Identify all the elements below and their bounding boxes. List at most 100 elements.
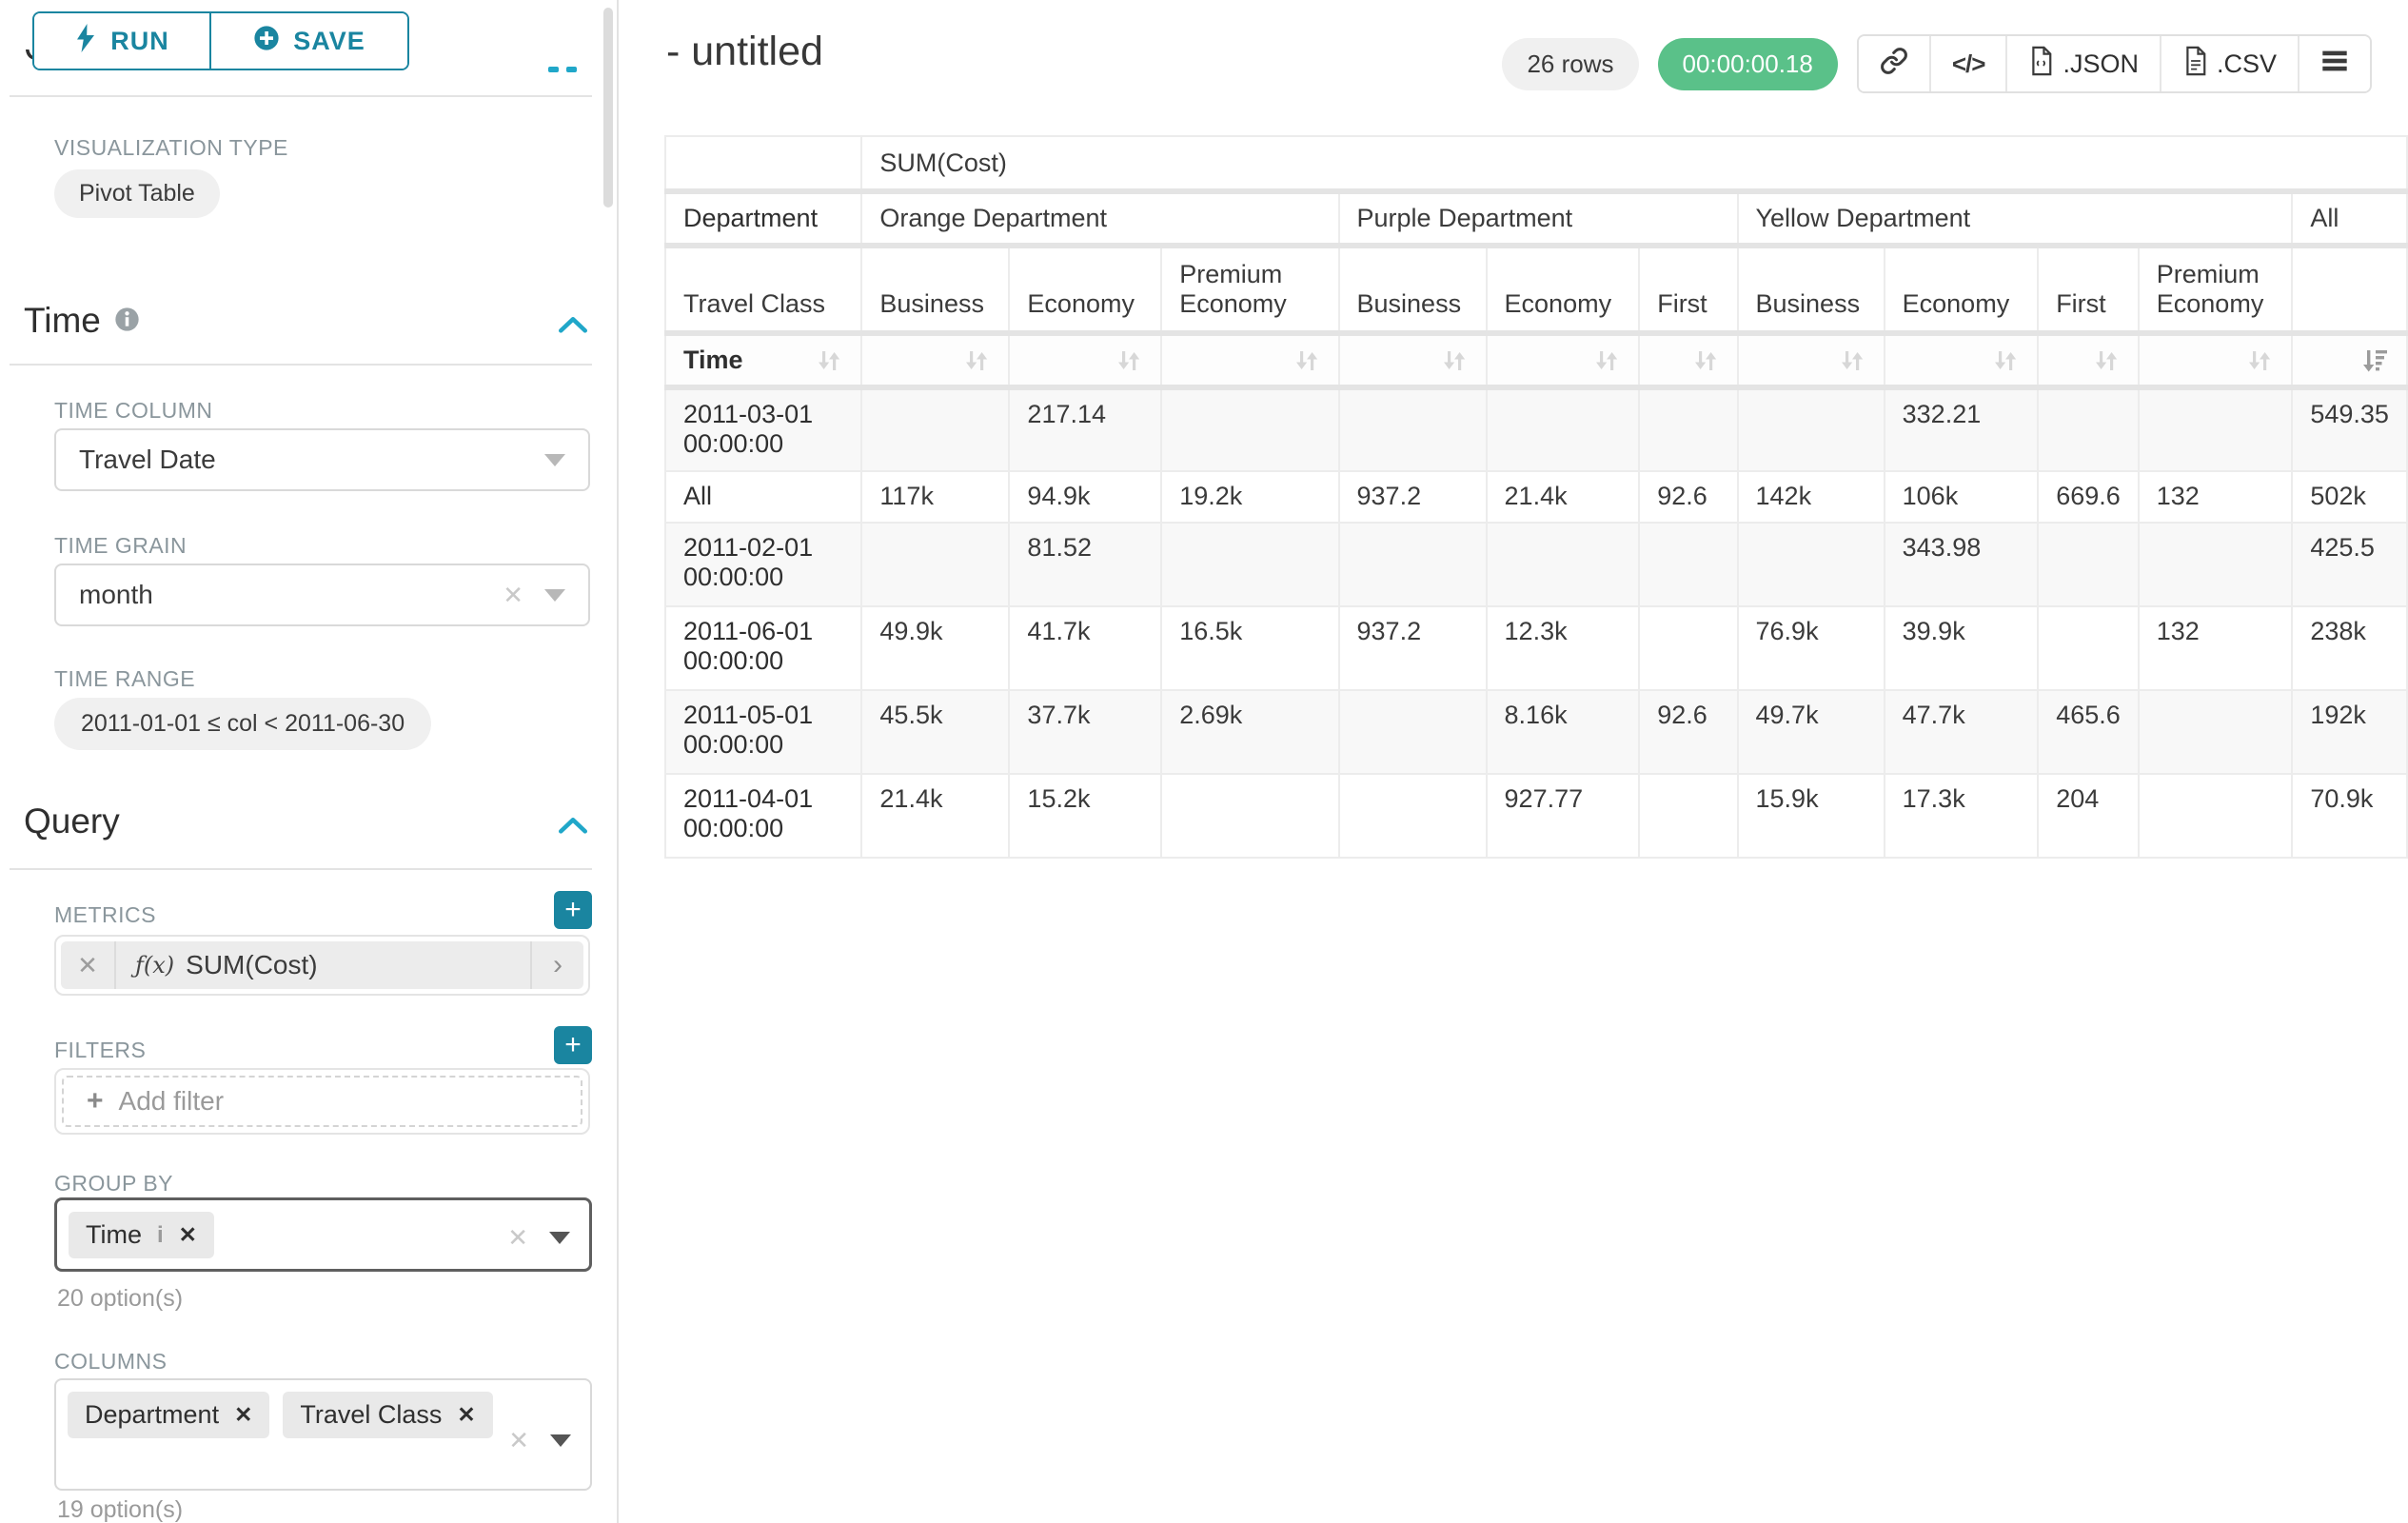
- add-filter-button[interactable]: + Add filter: [62, 1076, 582, 1127]
- clear-icon[interactable]: ✕: [508, 1426, 529, 1455]
- sort-icon[interactable]: [1440, 346, 1469, 375]
- pivot-cell: [2038, 606, 2139, 690]
- query-section-title: Query: [24, 801, 120, 841]
- chart-title[interactable]: - untitled: [666, 29, 823, 75]
- sort-icon[interactable]: [2245, 346, 2274, 375]
- filters-control: + Add filter: [54, 1068, 590, 1135]
- visualization-type-pill[interactable]: Pivot Table: [54, 169, 220, 218]
- pivot-cell: 21.4k: [861, 774, 1009, 858]
- pivot-cell: 937.2: [1339, 606, 1487, 690]
- pivot-cell: 70.9k: [2292, 774, 2407, 858]
- travel-class-header: Business: [1738, 246, 1885, 333]
- remove-chip-icon[interactable]: ✕: [457, 1402, 475, 1428]
- section-divider: [10, 95, 592, 97]
- lightning-icon: [74, 24, 97, 59]
- time-range-pill[interactable]: 2011-01-01 ≤ col < 2011-06-30: [54, 698, 431, 750]
- chart-panel: - untitled 26 rows 00:00:00.18 </> .JSON…: [621, 0, 2408, 1523]
- sort-header-cell: [2139, 333, 2293, 387]
- sidebar-scrollbar[interactable]: [603, 8, 613, 208]
- pivot-cell: 8.16k: [1487, 690, 1640, 774]
- sort-icon[interactable]: [2092, 346, 2121, 375]
- remove-chip-icon[interactable]: ✕: [234, 1402, 252, 1428]
- menu-button[interactable]: [2299, 36, 2370, 91]
- metric-pill[interactable]: ✕ ƒ(x) SUM(Cost) ›: [61, 941, 583, 989]
- pivot-cell: 425.5: [2292, 523, 2407, 606]
- sort-icon[interactable]: [1592, 346, 1621, 375]
- clear-icon[interactable]: ✕: [507, 1223, 528, 1253]
- columns-select[interactable]: Department ✕ Travel Class ✕ ✕: [54, 1378, 592, 1491]
- chevron-up-icon: [566, 67, 577, 72]
- sort-icon[interactable]: [1115, 346, 1143, 375]
- pivot-cell: 16.5k: [1161, 606, 1338, 690]
- pivot-row: 2011-03-01 00:00:00217.14332.21549.35: [665, 387, 2407, 471]
- pivot-cell: 15.9k: [1738, 774, 1885, 858]
- clear-icon[interactable]: ✕: [503, 581, 523, 610]
- chevron-down-icon: [544, 454, 565, 466]
- collapse-query-chevron-icon[interactable]: [557, 815, 589, 841]
- pivot-cell: 332.21: [1885, 387, 2039, 471]
- chevron-right-icon[interactable]: ›: [530, 941, 583, 989]
- link-icon: [1880, 47, 1908, 82]
- columns-options-hint: 19 option(s): [57, 1496, 183, 1523]
- sort-header-cell: [861, 333, 1009, 387]
- sort-header-cell: [1161, 333, 1338, 387]
- remove-chip-icon[interactable]: ✕: [179, 1222, 197, 1248]
- time-grain-label: TIME GRAIN: [54, 533, 187, 559]
- time-column-select[interactable]: Travel Date: [54, 428, 590, 491]
- sort-descending-icon[interactable]: [2360, 346, 2389, 375]
- save-button-label: SAVE: [293, 27, 365, 56]
- columns-chip-department[interactable]: Department ✕: [68, 1392, 269, 1438]
- chevron-down-icon: [549, 1232, 570, 1244]
- pivot-cell: [2139, 774, 2293, 858]
- time-range-label: TIME RANGE: [54, 666, 195, 692]
- pivot-cell: 81.52: [1009, 523, 1161, 606]
- pivot-cell: [1339, 690, 1487, 774]
- pivot-cell: [2038, 523, 2139, 606]
- department-header: All: [2292, 191, 2407, 246]
- info-icon[interactable]: i: [157, 1222, 164, 1249]
- export-json-label: .JSON: [2063, 49, 2139, 79]
- export-csv-button[interactable]: .CSV: [2161, 36, 2299, 91]
- time-column-label: TIME COLUMN: [54, 398, 213, 424]
- info-icon[interactable]: [114, 301, 140, 341]
- group-by-select[interactable]: Time i ✕ ✕: [54, 1197, 592, 1272]
- sort-header-cell: [1639, 333, 1737, 387]
- run-button[interactable]: RUN: [34, 13, 211, 69]
- time-grain-select[interactable]: month ✕: [54, 564, 590, 626]
- pivot-cell: 19.2k: [1161, 471, 1338, 523]
- travel-class-header: Premium Economy: [1161, 246, 1338, 333]
- copy-link-button[interactable]: [1859, 36, 1931, 91]
- sort-icon[interactable]: [1691, 346, 1720, 375]
- save-button[interactable]: SAVE: [211, 13, 407, 69]
- department-header: Purple Department: [1339, 191, 1738, 246]
- travel-class-header: Business: [1339, 246, 1487, 333]
- pivot-cell: 2.69k: [1161, 690, 1338, 774]
- columns-label: COLUMNS: [54, 1349, 168, 1375]
- row-label: 2011-06-01 00:00:00: [665, 606, 861, 690]
- travel-class-header: Economy: [1009, 246, 1161, 333]
- pivot-cell: 142k: [1738, 471, 1885, 523]
- export-json-button[interactable]: .JSON: [2007, 36, 2161, 91]
- sort-icon[interactable]: [1991, 346, 2020, 375]
- pivot-cell: [1487, 387, 1640, 471]
- sort-icon[interactable]: [815, 346, 843, 375]
- pivot-cell: 76.9k: [1738, 606, 1885, 690]
- metrics-control: ✕ ƒ(x) SUM(Cost) ›: [54, 935, 590, 996]
- pivot-cell: 15.2k: [1009, 774, 1161, 858]
- sort-icon[interactable]: [1293, 346, 1321, 375]
- row-count-badge: 26 rows: [1502, 38, 1638, 90]
- sort-icon[interactable]: [1838, 346, 1866, 375]
- code-icon: </>: [1952, 49, 1985, 79]
- sort-header-cell: [2038, 333, 2139, 387]
- columns-chip-travel-class[interactable]: Travel Class ✕: [283, 1392, 492, 1438]
- embed-code-button[interactable]: </>: [1931, 36, 2008, 91]
- add-filter-plus-button[interactable]: +: [554, 1026, 592, 1064]
- remove-metric-icon[interactable]: ✕: [61, 941, 116, 989]
- collapse-time-chevron-icon[interactable]: [557, 314, 589, 340]
- add-metric-button[interactable]: +: [554, 891, 592, 929]
- pivot-cell: [2139, 387, 2293, 471]
- metric-header: SUM(Cost): [861, 136, 2407, 191]
- pivot-cell: 132: [2139, 606, 2293, 690]
- sort-icon[interactable]: [962, 346, 991, 375]
- groupby-chip-time[interactable]: Time i ✕: [69, 1212, 214, 1258]
